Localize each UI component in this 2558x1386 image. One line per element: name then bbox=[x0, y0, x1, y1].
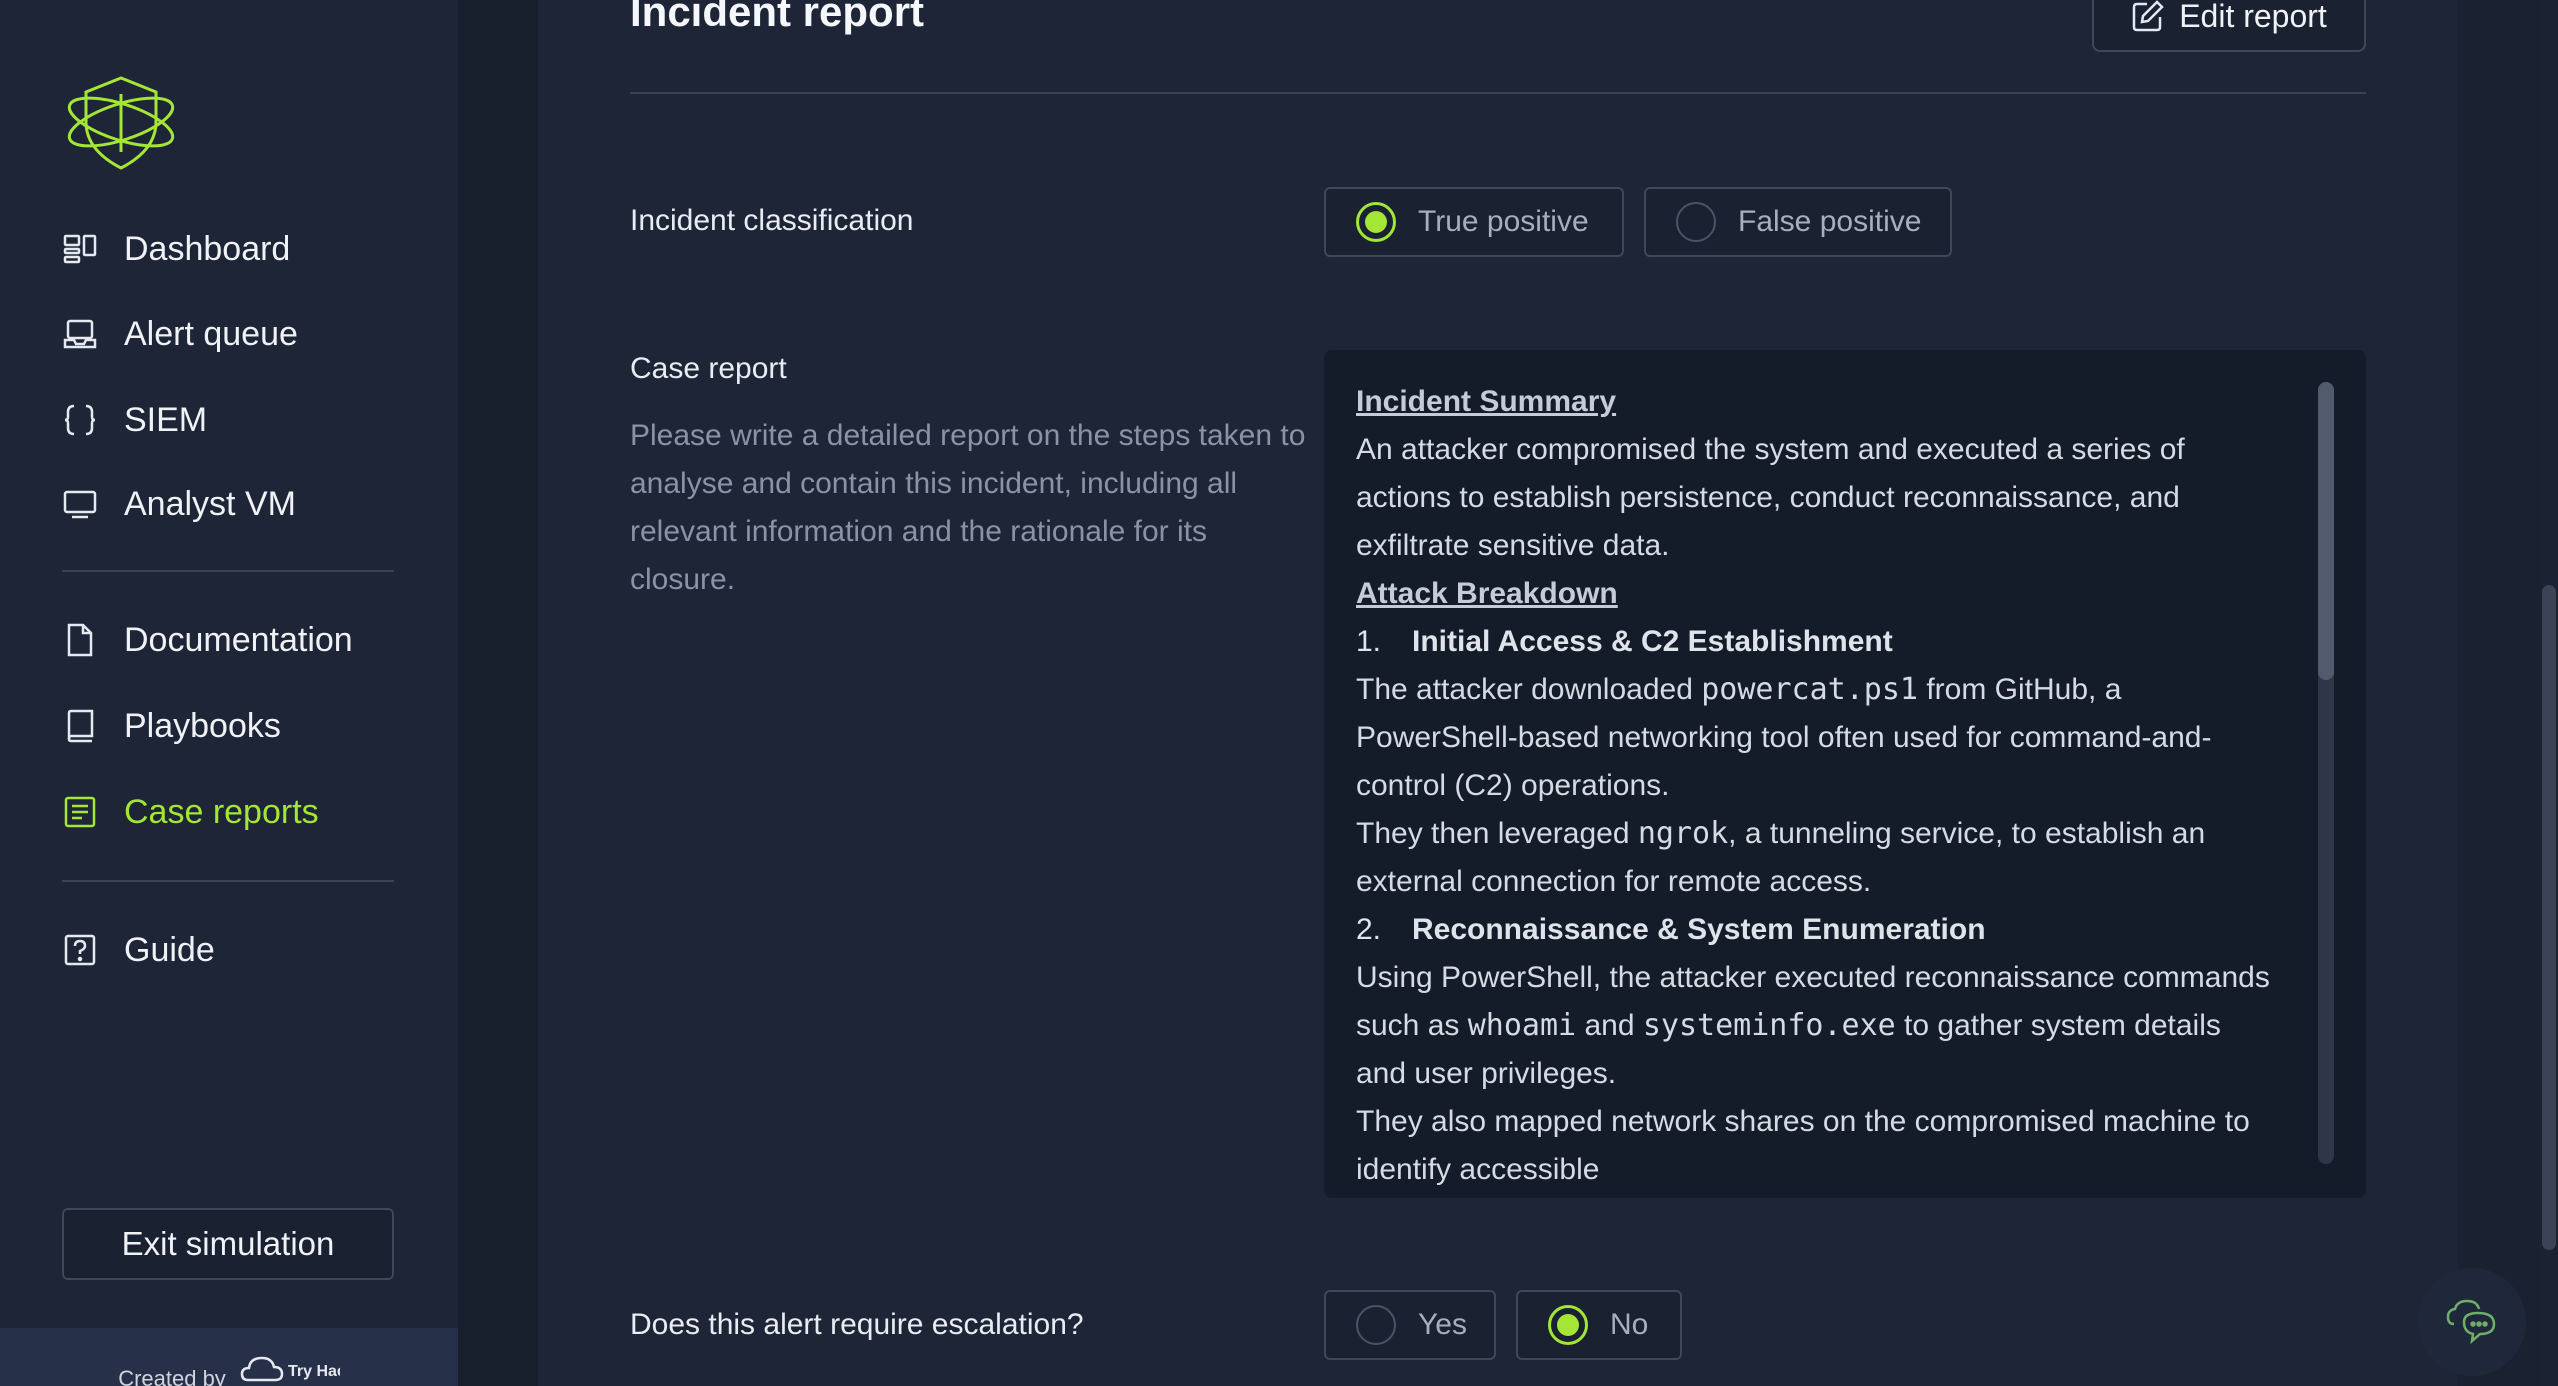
title-divider bbox=[630, 92, 2366, 94]
created-by-label: Created by bbox=[118, 1366, 226, 1386]
question-icon bbox=[60, 930, 100, 970]
sidebar-item-case-reports[interactable]: Case reports bbox=[60, 782, 319, 842]
inbox-icon bbox=[60, 314, 100, 354]
chat-bubbles-icon bbox=[2446, 1299, 2496, 1345]
sidebar-item-documentation[interactable]: Documentation bbox=[60, 610, 353, 670]
sidebar-item-label: Playbooks bbox=[124, 706, 281, 745]
report-scrollbar-thumb[interactable] bbox=[2318, 382, 2334, 680]
report-paragraph: They then leveraged ngrok, a tunneling s… bbox=[1356, 816, 2206, 898]
option-label: No bbox=[1610, 1308, 1649, 1341]
page-scrollbar-thumb[interactable] bbox=[2542, 585, 2556, 1250]
shield-logo-icon bbox=[67, 76, 175, 170]
braces-icon bbox=[60, 400, 100, 440]
tryhackme-logo-icon: Try Hack bbox=[240, 1356, 340, 1382]
sidebar-item-analyst-vm[interactable]: Analyst VM bbox=[60, 474, 296, 534]
report-paragraph: Using PowerShell, the attacker executed … bbox=[1356, 961, 2270, 1090]
option-label: Yes bbox=[1418, 1308, 1467, 1341]
sidebar: Dashboard Alert queue SIEM Analyst VM Do… bbox=[0, 0, 458, 1386]
left-gutter bbox=[458, 0, 538, 1386]
chat-button[interactable] bbox=[2418, 1268, 2526, 1376]
monitor-icon bbox=[60, 484, 100, 524]
right-gutter bbox=[2458, 0, 2538, 1386]
escalation-label: Does this alert require escalation? bbox=[630, 1308, 1084, 1341]
case-report-help: Please write a detailed report on the st… bbox=[630, 419, 1306, 596]
case-report-viewer[interactable]: Incident Summary An attacker compromised… bbox=[1324, 350, 2366, 1198]
report-content: Incident Summary An attacker compromised… bbox=[1356, 378, 2276, 1194]
escalation-no-option[interactable]: No bbox=[1516, 1290, 1682, 1360]
true-positive-option[interactable]: True positive bbox=[1324, 187, 1624, 257]
report-step-title: 1. Initial Access & C2 Establishment bbox=[1356, 625, 1893, 658]
page-title: Incident report bbox=[630, 0, 925, 35]
book-icon bbox=[60, 706, 100, 746]
sidebar-item-guide[interactable]: Guide bbox=[60, 920, 215, 980]
sidebar-divider bbox=[62, 880, 394, 882]
edit-report-label: Edit report bbox=[2179, 0, 2327, 34]
sidebar-item-label: Analyst VM bbox=[124, 484, 296, 523]
false-positive-option[interactable]: False positive bbox=[1644, 187, 1952, 257]
sidebar-divider bbox=[62, 570, 394, 572]
created-by-footer: Created by Try Hack bbox=[0, 1328, 458, 1386]
sidebar-item-label: Case reports bbox=[124, 792, 319, 831]
radio-selected-icon bbox=[1548, 1305, 1588, 1345]
report-heading: Incident Summary bbox=[1356, 385, 1617, 418]
edit-report-button[interactable]: Edit report bbox=[2092, 0, 2366, 52]
sidebar-item-label: Documentation bbox=[124, 620, 353, 659]
classification-label: Incident classification bbox=[630, 204, 914, 237]
sidebar-item-label: SIEM bbox=[124, 400, 208, 439]
sidebar-item-alert-queue[interactable]: Alert queue bbox=[60, 304, 298, 364]
report-paragraph: An attacker compromised the system and e… bbox=[1356, 433, 2185, 562]
sidebar-item-playbooks[interactable]: Playbooks bbox=[60, 696, 281, 756]
case-report-label: Case report bbox=[630, 352, 787, 385]
sidebar-item-label: Guide bbox=[124, 930, 215, 969]
radio-unselected-icon bbox=[1676, 202, 1716, 242]
option-label: True positive bbox=[1418, 205, 1589, 238]
radio-unselected-icon bbox=[1356, 1305, 1396, 1345]
exit-simulation-button[interactable]: Exit simulation bbox=[62, 1208, 394, 1280]
document-icon bbox=[60, 620, 100, 660]
radio-selected-icon bbox=[1356, 202, 1396, 242]
report-paragraph: They also mapped network shares on the c… bbox=[1356, 1105, 2250, 1186]
report-step-title: 2. Reconnaissance & System Enumeration bbox=[1356, 913, 1986, 946]
edit-icon bbox=[2132, 0, 2164, 32]
svg-text:Try Hack: Try Hack bbox=[288, 1363, 340, 1380]
dashboard-icon bbox=[60, 229, 100, 269]
sidebar-item-label: Dashboard bbox=[124, 229, 291, 268]
sidebar-item-siem[interactable]: SIEM bbox=[60, 390, 207, 450]
report-paragraph: The attacker downloaded powercat.ps1 fro… bbox=[1356, 672, 2212, 802]
sidebar-item-label: Alert queue bbox=[124, 314, 298, 353]
option-label: False positive bbox=[1738, 205, 1922, 238]
report-heading: Attack Breakdown bbox=[1356, 577, 1618, 610]
sidebar-item-dashboard[interactable]: Dashboard bbox=[60, 219, 290, 279]
escalation-yes-option[interactable]: Yes bbox=[1324, 1290, 1496, 1360]
report-icon bbox=[60, 792, 100, 832]
